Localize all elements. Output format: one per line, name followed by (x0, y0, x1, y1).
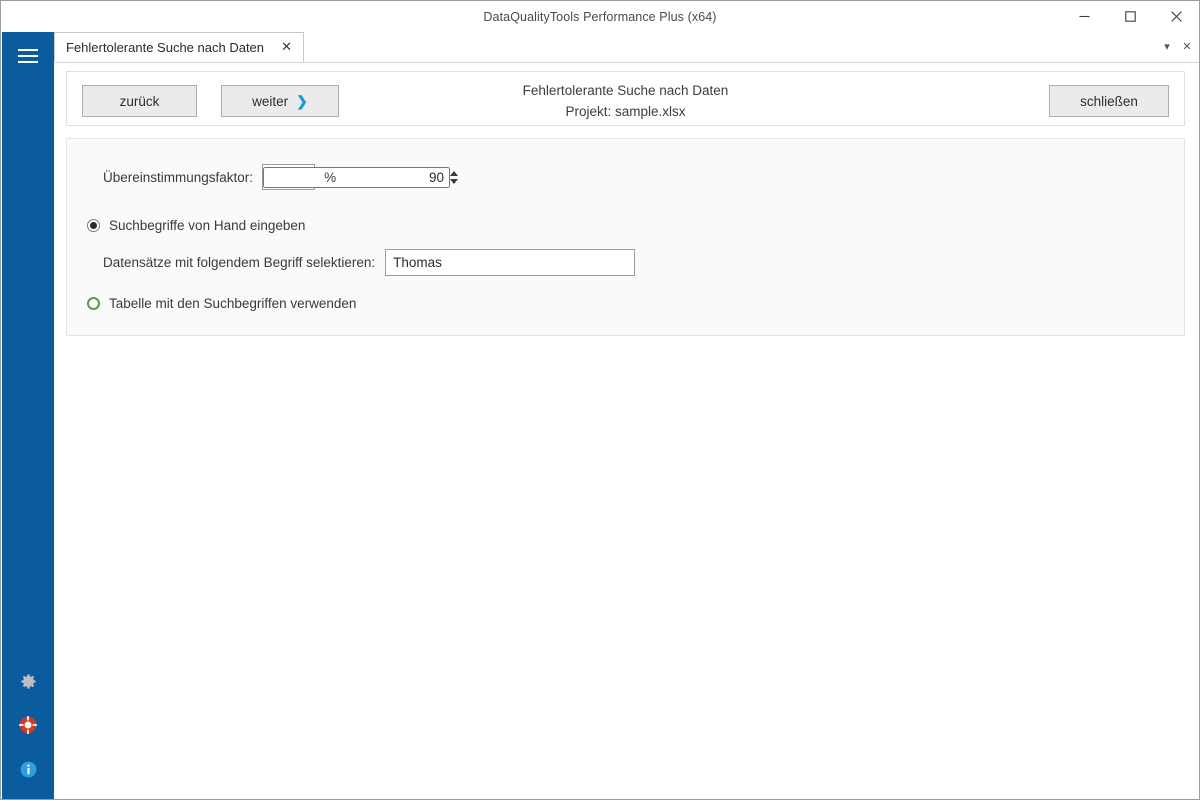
match-factor-spinner[interactable] (262, 164, 315, 190)
sidebar-bottom-icons (2, 659, 54, 791)
minimize-button[interactable] (1061, 1, 1107, 32)
chevron-down-icon[interactable]: ▾ (1159, 38, 1175, 56)
maximize-icon (1125, 11, 1136, 22)
tab-strip: Fehlertolerante Suche nach Daten ✕ ▾ ✕ (54, 32, 1199, 63)
life-ring-icon (18, 715, 38, 735)
spinner-up-icon[interactable] (450, 171, 458, 176)
back-button[interactable]: zurück (82, 85, 197, 117)
tab-fehlertolerante-suche[interactable]: Fehlertolerante Suche nach Daten ✕ (54, 32, 304, 62)
title-bar: DataQualityTools Performance Plus (x64) (1, 1, 1199, 32)
match-factor-label: Übereinstimmungsfaktor: (103, 170, 253, 185)
minimize-icon (1079, 11, 1090, 22)
radio-table-label: Tabelle mit den Suchbegriffen verwenden (109, 296, 356, 311)
next-button[interactable]: weiter ❯ (221, 85, 339, 117)
next-button-label: weiter (252, 94, 288, 109)
close-button[interactable] (1153, 1, 1199, 32)
search-term-row: Datensätze mit folgendem Begriff selekti… (103, 249, 635, 276)
hamburger-bar (18, 49, 38, 51)
match-factor-unit: % (324, 170, 336, 185)
radio-option-table[interactable]: Tabelle mit den Suchbegriffen verwenden (87, 296, 356, 311)
radio-option-manual[interactable]: Suchbegriffe von Hand eingeben (87, 218, 305, 233)
sidebar-item-settings[interactable] (2, 659, 54, 703)
radio-manual-label: Suchbegriffe von Hand eingeben (109, 218, 305, 233)
window-title: DataQualityTools Performance Plus (x64) (483, 10, 716, 24)
chevron-right-icon: ❯ (296, 94, 308, 108)
match-factor-row: Übereinstimmungsfaktor: % (103, 164, 336, 190)
hamburger-bar (18, 61, 38, 63)
back-button-label: zurück (120, 94, 160, 109)
tab-close-icon[interactable]: ✕ (278, 39, 295, 56)
sidebar-item-support[interactable] (2, 703, 54, 747)
close-wizard-label: schließen (1080, 94, 1138, 109)
maximize-button[interactable] (1107, 1, 1153, 32)
search-term-input[interactable] (385, 249, 635, 276)
close-icon[interactable]: ✕ (1179, 38, 1195, 56)
sidebar (2, 32, 54, 799)
spinner-arrows[interactable] (450, 171, 458, 184)
window-controls (1061, 1, 1199, 32)
radio-table-indicator[interactable] (87, 297, 100, 310)
spinner-down-icon[interactable] (450, 179, 458, 184)
tab-strip-tools: ▾ ✕ (1159, 32, 1195, 61)
hamburger-bar (18, 55, 38, 57)
application-window: DataQualityTools Performance Plus (x64) (0, 0, 1200, 800)
close-icon (1171, 11, 1182, 22)
hamburger-menu-icon[interactable] (2, 36, 54, 76)
close-wizard-button[interactable]: schließen (1049, 85, 1169, 117)
wizard-header: Fehlertolerante Suche nach Daten Projekt… (66, 71, 1185, 126)
search-term-label: Datensätze mit folgendem Begriff selekti… (103, 255, 375, 270)
sidebar-item-info[interactable] (2, 747, 54, 791)
radio-manual-indicator[interactable] (87, 219, 100, 232)
info-icon (19, 760, 38, 779)
match-factor-input[interactable] (263, 167, 450, 188)
settings-panel: Übereinstimmungsfaktor: % Suchbegriffe v… (66, 138, 1185, 336)
tab-label: Fehlertolerante Suche nach Daten (66, 40, 264, 55)
gear-icon (19, 672, 38, 691)
